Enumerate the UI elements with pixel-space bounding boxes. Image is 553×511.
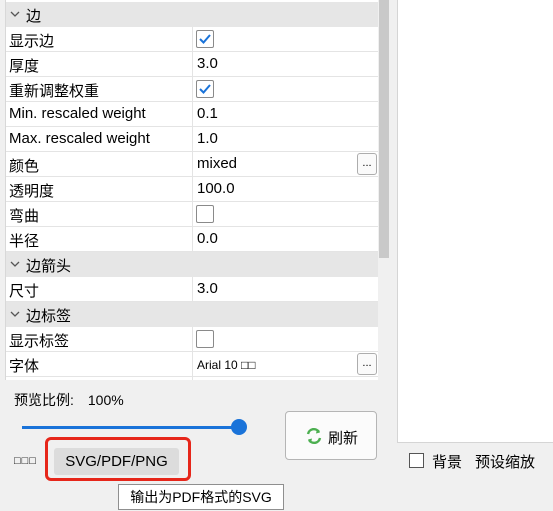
chevron-down-icon <box>10 11 20 17</box>
row-min-weight: Min. rescaled weight 0.1 <box>6 102 378 127</box>
min-weight-value[interactable]: 0.1 <box>197 105 218 122</box>
preview-canvas[interactable] <box>397 0 553 443</box>
row-thickness: 厚度 3.0 <box>6 52 378 77</box>
property-name: 弯曲 <box>9 208 40 225</box>
property-name: 透明度 <box>9 183 55 200</box>
export-prefix: □□□ <box>14 455 37 467</box>
category-label: 边 <box>26 8 42 25</box>
property-name: 尺寸 <box>9 283 40 300</box>
checkmark-icon <box>199 34 211 44</box>
row-opacity: 透明度 100.0 <box>6 177 378 202</box>
refresh-button[interactable]: 刷新 <box>285 411 377 460</box>
arrow-size-value[interactable]: 3.0 <box>197 280 218 297</box>
property-name: 显示边 <box>9 33 55 50</box>
zoom-slider-track[interactable] <box>22 426 240 429</box>
property-name: 显示标签 <box>9 333 70 350</box>
zoom-row: 预览比例: 100% <box>14 390 124 410</box>
font-value[interactable]: Arial 10 □□ <box>197 358 256 372</box>
color-picker-button[interactable]: ... <box>357 153 377 175</box>
row-color: 颜色 mixed ... <box>6 152 378 177</box>
preview-settings-panel: 边 显示边 厚度 3.0 重新调整权重 Min. rescaled weight… <box>0 0 390 511</box>
property-name: 半径 <box>9 233 40 250</box>
chevron-down-icon <box>10 311 20 317</box>
category-label: 边标签 <box>26 308 72 325</box>
row-font: 字体 Arial 10 □□ ... <box>6 352 378 377</box>
background-checkbox[interactable] <box>409 453 424 468</box>
row-max-weight: Max. rescaled weight 1.0 <box>6 127 378 152</box>
preset-zoom-button[interactable]: 预设缩放 <box>475 451 535 472</box>
curved-checkbox[interactable] <box>196 205 214 223</box>
refresh-icon <box>306 427 322 445</box>
property-name: Min. rescaled weight <box>9 105 146 122</box>
zoom-label: 预览比例: <box>14 392 74 408</box>
property-name: Max. rescaled weight <box>9 130 150 147</box>
category-edge-arrow[interactable]: 边箭头 <box>6 252 378 277</box>
category-label: 边箭头 <box>26 258 72 275</box>
opacity-value[interactable]: 100.0 <box>197 180 235 197</box>
show-label-checkbox[interactable] <box>196 330 214 348</box>
row-arrow-size: 尺寸 3.0 <box>6 277 378 302</box>
refresh-label: 刷新 <box>328 430 359 447</box>
row-partial <box>6 377 378 380</box>
export-tooltip: 输出为PDF格式的SVG <box>118 484 284 510</box>
reweight-checkbox[interactable] <box>196 80 214 98</box>
radius-value[interactable]: 0.0 <box>197 230 218 247</box>
thickness-value[interactable]: 3.0 <box>197 55 218 72</box>
chevron-down-icon <box>10 261 20 267</box>
property-name: 颜色 <box>9 158 40 175</box>
row-reweight: 重新调整权重 <box>6 77 378 102</box>
show-edge-checkbox[interactable] <box>196 30 214 48</box>
property-sheet: 边 显示边 厚度 3.0 重新调整权重 Min. rescaled weight… <box>5 0 378 380</box>
row-curved: 弯曲 <box>6 202 378 227</box>
zoom-value: 100% <box>87 392 124 408</box>
zoom-slider-handle[interactable] <box>231 419 247 435</box>
property-name: 重新调整权重 <box>9 83 100 100</box>
color-value[interactable]: mixed <box>197 155 237 172</box>
category-edge-label[interactable]: 边标签 <box>6 302 378 327</box>
checkmark-icon <box>199 84 211 94</box>
category-edge[interactable]: 边 <box>6 2 378 27</box>
property-scrollbar[interactable] <box>378 0 390 380</box>
highlight-box <box>45 437 191 481</box>
scrollbar-thumb[interactable] <box>379 0 389 258</box>
property-name: 字体 <box>9 358 40 375</box>
row-radius: 半径 0.0 <box>6 227 378 252</box>
row-show-label: 显示标签 <box>6 327 378 352</box>
row-show-edge: 显示边 <box>6 27 378 52</box>
property-name: 厚度 <box>9 58 40 75</box>
max-weight-value[interactable]: 1.0 <box>197 130 218 147</box>
background-label: 背景 <box>432 454 463 471</box>
font-picker-button[interactable]: ... <box>357 353 377 375</box>
